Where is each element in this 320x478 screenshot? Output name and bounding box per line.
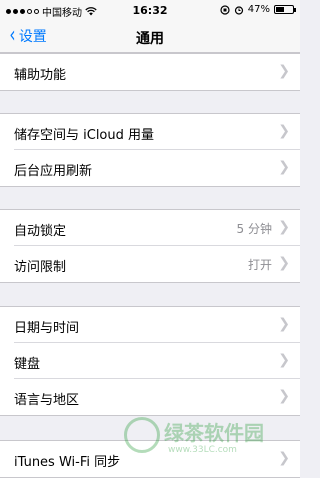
row-label: 辅助功能 — [14, 68, 67, 83]
row-value: 打开 — [247, 258, 272, 272]
watermark-brand: 绿茶软件园 — [164, 421, 264, 445]
battery-percentage: 47% — [247, 4, 270, 15]
row-label: 后台应用刷新 — [14, 164, 93, 179]
settings-group-locale: 日期与时间 ❯ 键盘 ❯ 语言与地区 ❯ — [0, 306, 300, 416]
row-label: iTunes Wi-Fi 同步 — [14, 455, 121, 470]
row-label: 日期与时间 — [14, 321, 80, 336]
settings-row-date-time[interactable]: 日期与时间 ❯ — [0, 307, 300, 343]
status-bar: 中国移动 16:32 47% — [0, 0, 300, 20]
settings-row-restrictions[interactable]: 访问限制 打开 ❯ — [0, 246, 300, 282]
chevron-right-icon: ❯ — [278, 388, 290, 404]
settings-row-accessibility[interactable]: 辅助功能 ❯ — [0, 54, 300, 90]
chevron-right-icon: ❯ — [278, 219, 290, 235]
row-label: 键盘 — [14, 357, 41, 372]
watermark-url: www.33LC.com — [168, 445, 237, 455]
page-title: 通用 — [136, 31, 164, 47]
chevron-right-icon: ❯ — [278, 352, 290, 368]
chevron-right-icon: ❯ — [278, 123, 290, 139]
alarm-icon — [234, 5, 243, 15]
row-value: 5 分钟 — [236, 222, 272, 236]
orientation-lock-icon — [220, 4, 230, 15]
settings-group-accessibility: 辅助功能 ❯ — [0, 53, 300, 91]
row-label: 语言与地区 — [14, 393, 80, 408]
settings-group-lock: 自动锁定 5 分钟 ❯ 访问限制 打开 ❯ — [0, 209, 300, 283]
chevron-right-icon: ❯ — [278, 159, 290, 175]
settings-row-background-refresh[interactable]: 后台应用刷新 ❯ — [0, 150, 300, 186]
navigation-bar: ‹ 设置 通用 — [0, 20, 300, 53]
settings-row-keyboard[interactable]: 键盘 ❯ — [0, 343, 300, 379]
chevron-right-icon: ❯ — [278, 63, 290, 79]
settings-row-storage-icloud[interactable]: 储存空间与 iCloud 用量 ❯ — [0, 114, 300, 150]
row-label: 储存空间与 iCloud 用量 — [14, 128, 155, 143]
watermark-logo-icon — [124, 417, 160, 453]
settings-group-storage: 储存空间与 iCloud 用量 ❯ 后台应用刷新 ❯ — [0, 113, 300, 187]
chevron-right-icon: ❯ — [278, 316, 290, 332]
chevron-right-icon: ❯ — [278, 255, 290, 271]
settings-row-auto-lock[interactable]: 自动锁定 5 分钟 ❯ — [0, 210, 300, 246]
watermark: 绿茶软件园 www.33LC.com — [124, 415, 294, 465]
row-label: 自动锁定 — [14, 224, 67, 239]
settings-row-language-region[interactable]: 语言与地区 ❯ — [0, 379, 300, 415]
row-label: 访问限制 — [14, 260, 67, 275]
battery-icon — [274, 5, 296, 14]
status-right: 47% — [220, 4, 296, 15]
